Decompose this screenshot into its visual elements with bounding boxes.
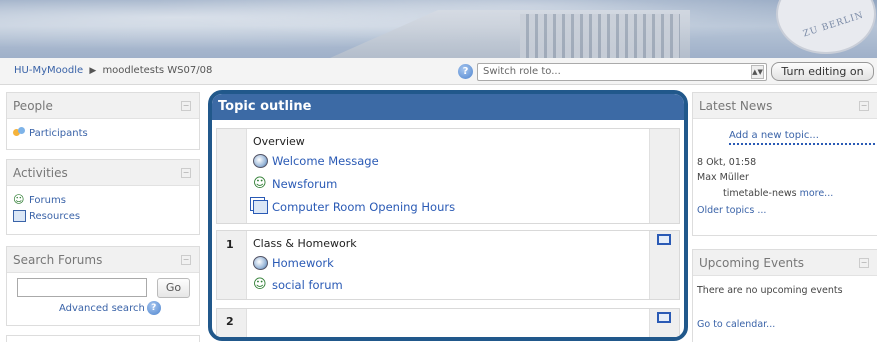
search-forums-header: Search Forums −: [7, 247, 199, 273]
people-block-title: People: [13, 99, 53, 113]
advanced-search-link[interactable]: Advanced search ?: [59, 301, 161, 315]
news-author: Max Müller: [697, 172, 749, 183]
forum-icon: ☺: [253, 277, 267, 292]
breadcrumb: HU-MyMoodle ▶ moodletests WS07/08: [14, 65, 212, 76]
section-number-column: 1: [217, 231, 247, 299]
people-block: People − Participants: [6, 92, 200, 150]
divider: [729, 143, 877, 145]
people-block-header: People −: [7, 93, 199, 119]
participants-icon: [13, 127, 26, 139]
section-summary: Class & Homework: [253, 237, 357, 250]
collapse-icon[interactable]: −: [181, 101, 191, 111]
turn-editing-on-button[interactable]: Turn editing on: [771, 62, 874, 81]
header-banner: ZU BERLIN: [0, 0, 877, 58]
section-right-column: [649, 309, 679, 337]
globe-icon: [253, 153, 268, 168]
collapse-icon[interactable]: −: [859, 258, 869, 268]
go-to-calendar-link[interactable]: Go to calendar...: [697, 319, 775, 330]
topic-outline-panel: Topic outline Overview Welcome Message ☺…: [208, 90, 688, 341]
topic-outline-title: Topic outline: [212, 94, 684, 120]
search-go-button[interactable]: Go: [157, 278, 190, 298]
search-forums-title: Search Forums: [13, 253, 103, 267]
social-forum-label: social forum: [272, 278, 343, 292]
navigation-bar: HU-MyMoodle ▶ moodletests WS07/08 ? Swit…: [0, 58, 877, 85]
search-forums-input[interactable]: [17, 278, 147, 297]
overview-summary: Overview: [253, 135, 305, 148]
add-new-topic-link[interactable]: Add a new topic...: [729, 130, 819, 141]
show-only-section-icon[interactable]: [657, 312, 671, 323]
collapse-icon[interactable]: −: [181, 168, 191, 178]
newsforum-label: Newsforum: [272, 176, 338, 191]
collapse-icon[interactable]: −: [181, 255, 191, 265]
search-forums-block: Search Forums − Go Advanced search ?: [6, 246, 200, 326]
social-forum-link[interactable]: ☺ social forum: [253, 273, 357, 297]
help-icon[interactable]: ?: [146, 301, 161, 315]
upcoming-events-title: Upcoming Events: [699, 256, 805, 270]
participants-label: Participants: [29, 127, 88, 139]
seal-text: ZU BERLIN: [801, 10, 866, 40]
section-right-column: [649, 231, 679, 299]
banner-columns-image: [520, 14, 680, 58]
upcoming-events-header: Upcoming Events −: [693, 250, 877, 276]
participants-link[interactable]: Participants: [13, 125, 193, 141]
resources-link[interactable]: Resources: [13, 208, 193, 224]
no-events-text: There are no upcoming events: [697, 285, 843, 296]
overview-section: Overview Welcome Message ☺ Newsforum Com…: [216, 128, 680, 224]
next-block-stub: [6, 335, 200, 342]
select-arrows-icon: ▲▼: [751, 65, 764, 79]
globe-icon: [253, 255, 268, 270]
homework-label: Homework: [272, 255, 334, 270]
breadcrumb-home-link[interactable]: HU-MyMoodle: [14, 65, 83, 76]
show-only-section-icon[interactable]: [657, 234, 671, 245]
advanced-search-label: Advanced search: [59, 302, 145, 314]
section-number-column: [217, 129, 247, 223]
help-icon[interactable]: ?: [458, 64, 473, 79]
section-number-column: 2: [217, 309, 247, 337]
news-item-title: timetable-news: [723, 188, 797, 199]
page-icon: [253, 199, 268, 214]
homework-link[interactable]: Homework: [253, 252, 357, 273]
breadcrumb-course: moodletests WS07/08: [102, 65, 213, 76]
welcome-message-label: Welcome Message: [272, 153, 379, 168]
older-topics-link[interactable]: Older topics ...: [697, 205, 766, 216]
resource-icon: [13, 210, 26, 222]
forum-icon: ☺: [253, 175, 267, 191]
news-item: timetable-news more...: [723, 188, 833, 199]
section-1: 1 Class & Homework Homework ☺ social for…: [216, 230, 680, 300]
welcome-message-link[interactable]: Welcome Message: [253, 150, 455, 171]
activities-block: Activities − ☺ Forums Resources: [6, 159, 200, 235]
section-right-column: [649, 129, 679, 223]
activities-block-header: Activities −: [7, 160, 199, 186]
latest-news-header: Latest News −: [693, 93, 877, 119]
latest-news-block: Latest News − Add a new topic... 8 Okt, …: [692, 92, 877, 236]
upcoming-events-block: Upcoming Events − There are no upcoming …: [692, 249, 877, 342]
forums-link[interactable]: ☺ Forums: [13, 192, 193, 208]
forums-label: Forums: [29, 194, 66, 206]
breadcrumb-separator-icon: ▶: [89, 66, 97, 76]
forum-icon: ☺: [13, 193, 25, 206]
switch-role-value: Switch role to...: [483, 66, 561, 77]
news-more-link[interactable]: more...: [800, 188, 834, 199]
activities-block-title: Activities: [13, 166, 68, 180]
newsforum-link[interactable]: ☺ Newsforum: [253, 171, 455, 196]
section-number: 1: [226, 238, 234, 251]
collapse-icon[interactable]: −: [859, 101, 869, 111]
news-date: 8 Okt, 01:58: [697, 157, 757, 168]
switch-role-select[interactable]: Switch role to... ▲▼: [477, 63, 767, 81]
section-2: 2: [216, 308, 680, 337]
computer-room-link[interactable]: Computer Room Opening Hours: [253, 196, 455, 217]
computer-room-label: Computer Room Opening Hours: [272, 199, 456, 214]
resources-label: Resources: [29, 210, 81, 222]
section-number: 2: [226, 315, 234, 328]
latest-news-title: Latest News: [699, 99, 773, 113]
